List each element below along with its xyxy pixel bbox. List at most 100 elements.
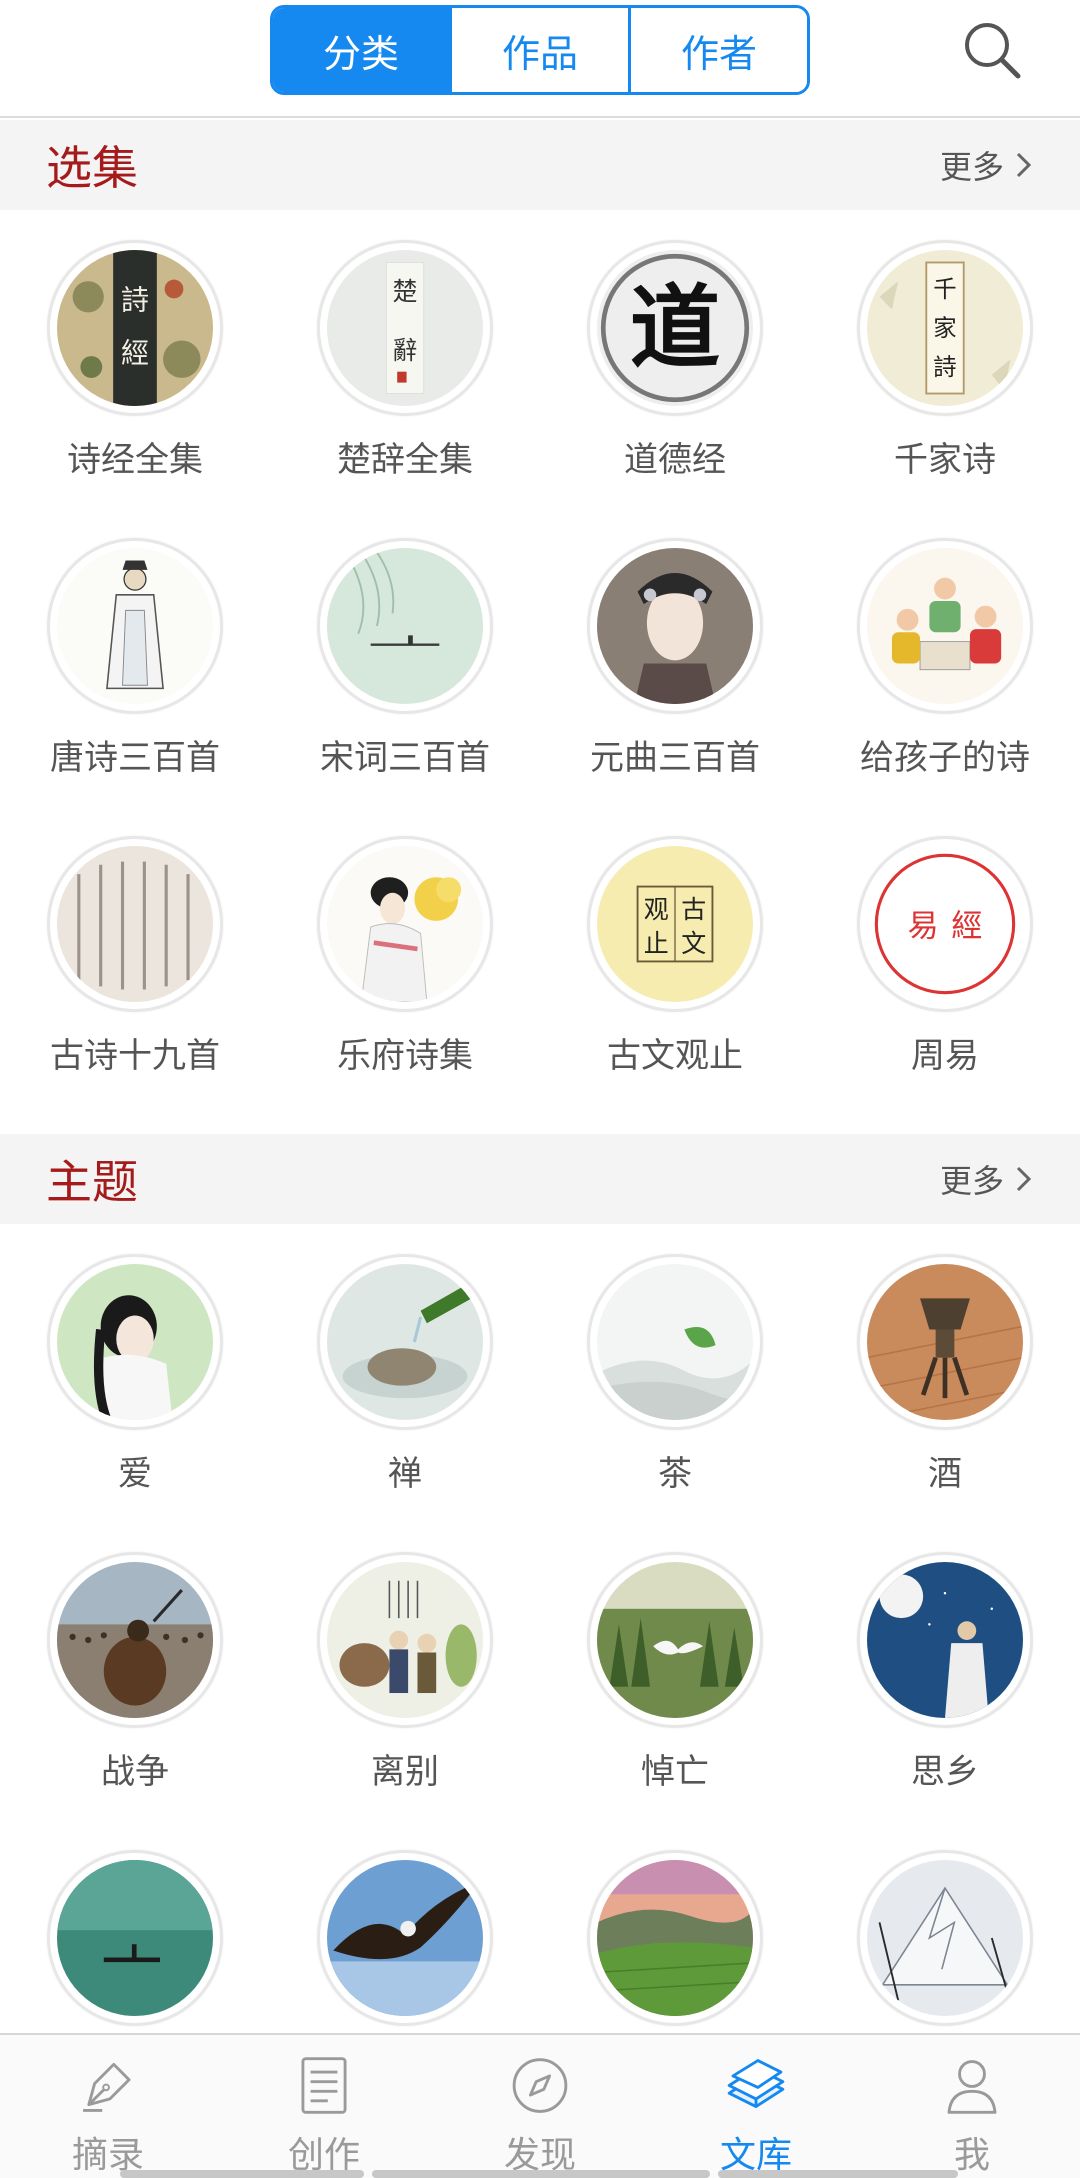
anthology-item[interactable]: 千 家 詩 千家诗 [810, 240, 1080, 538]
cover-thumbnail: 易 經 [857, 836, 1033, 1012]
cover-thumbnail [47, 836, 223, 1012]
theme-item-label: 战争 [101, 1752, 169, 1792]
books-icon [727, 2059, 785, 2109]
cover-thumbnail [47, 538, 223, 714]
category-segmented-control: 分类 作品 作者 [270, 5, 810, 95]
anthology-item[interactable]: 道 道德经 [540, 240, 810, 538]
qianjia-cover-char-2: 家 [933, 314, 956, 342]
theme-item[interactable]: 酒 [810, 1254, 1080, 1552]
cover-thumbnail: 道 [587, 240, 763, 416]
segment-category[interactable]: 分类 [273, 8, 449, 92]
theme-thumbnail [587, 1254, 763, 1430]
document-icon [301, 2057, 347, 2114]
themes-more-button[interactable]: 更多 [940, 1156, 1034, 1202]
theme-thumbnail [317, 1850, 493, 2026]
tab-me[interactable]: 我 [864, 2035, 1080, 2178]
theme-item[interactable]: 禅 [270, 1254, 540, 1552]
segment-authors[interactable]: 作者 [628, 8, 807, 92]
anthology-item-label: 楚辞全集 [337, 440, 473, 480]
tab-excerpts[interactable]: 摘录 [0, 2035, 216, 2178]
chevron-right-icon [1016, 152, 1032, 178]
tab-library[interactable]: 文库 [648, 2035, 864, 2178]
theme-thumbnail [47, 1850, 223, 2026]
theme-item[interactable]: 思乡 [810, 1552, 1080, 1850]
themes-grid: 爱 禅 茶 酒 战争 离别 悼亡 思乡 [0, 1224, 1080, 2033]
theme-item[interactable]: 悼亡 [540, 1552, 810, 1850]
anthology-item[interactable]: 楚 辭 楚辞全集 [270, 240, 540, 538]
theme-item[interactable]: 茶 [540, 1254, 810, 1552]
anthology-section-header: 选集 更多 [0, 120, 1080, 210]
anthology-item[interactable]: 观 止 古 文 古文观止 [540, 836, 810, 1134]
shijing-cover-char-2: 經 [121, 336, 149, 369]
segment-works[interactable]: 作品 [449, 8, 628, 92]
chuci-cover-char-1: 楚 [393, 277, 418, 306]
anthology-item[interactable]: 古诗十九首 [0, 836, 270, 1134]
search-button[interactable] [958, 16, 1028, 86]
theme-item[interactable]: 离别 [270, 1552, 540, 1850]
qianjia-cover-char-3: 詩 [933, 353, 956, 381]
cover-thumbnail [317, 538, 493, 714]
theme-item-label: 酒 [928, 1454, 962, 1494]
theme-item-label: 禅 [388, 1454, 422, 1494]
zhouyi-cover-char-2: 經 [951, 908, 982, 944]
theme-item-label: 茶 [658, 1454, 692, 1494]
anthology-more-button[interactable]: 更多 [940, 142, 1034, 188]
person-icon [947, 2060, 997, 2114]
home-indicator-segment [120, 2170, 364, 2178]
cover-thumbnail [857, 538, 1033, 714]
search-icon [965, 23, 1021, 79]
cover-thumbnail [317, 836, 493, 1012]
cover-thumbnail: 千 家 詩 [857, 240, 1033, 416]
anthology-item[interactable]: 唐诗三百首 [0, 538, 270, 836]
theme-item[interactable]: 孤独 [0, 1850, 270, 2033]
pen-nib-icon [83, 2062, 131, 2112]
bottom-tab-bar: 摘录 创作 发现 文库 我 [0, 2033, 1080, 2178]
theme-item[interactable]: 战争 [0, 1552, 270, 1850]
theme-item[interactable]: 边塞 [810, 1850, 1080, 2033]
home-indicator-segment [718, 2170, 958, 2178]
anthology-item-label: 周易 [911, 1036, 979, 1076]
compass-icon [512, 2058, 568, 2113]
cover-thumbnail [587, 538, 763, 714]
theme-item[interactable]: 田园 [540, 1850, 810, 2033]
theme-item-label: 爱 [118, 1454, 152, 1494]
qianjia-cover-char-1: 千 [933, 275, 956, 303]
anthology-item[interactable]: 元曲三百首 [540, 538, 810, 836]
theme-thumbnail [317, 1552, 493, 1728]
guwen-cover-char-3: 古 [681, 895, 706, 924]
theme-item[interactable]: 壮志 [270, 1850, 540, 2033]
anthology-item[interactable]: 易 經 周易 [810, 836, 1080, 1134]
themes-section-header: 主题 更多 [0, 1134, 1080, 1224]
theme-thumbnail [317, 1254, 493, 1430]
dao-cover-char: 道 [630, 275, 720, 381]
anthology-item[interactable]: 宋词三百首 [270, 538, 540, 836]
tab-label: 我 [953, 2135, 990, 2176]
anthology-item[interactable]: 詩 經 诗经全集 [0, 240, 270, 538]
anthology-item[interactable]: 乐府诗集 [270, 836, 540, 1134]
shijing-cover-char-1: 詩 [121, 283, 149, 316]
tab-create[interactable]: 创作 [216, 2035, 432, 2178]
guwen-cover-char-4: 文 [681, 929, 706, 958]
theme-item-label: 思乡 [911, 1752, 979, 1792]
anthology-item[interactable]: 给孩子的诗 [810, 538, 1080, 836]
tab-discover[interactable]: 发现 [432, 2035, 648, 2178]
cover-thumbnail: 詩 經 [47, 240, 223, 416]
theme-thumbnail [587, 1552, 763, 1728]
theme-item[interactable]: 爱 [0, 1254, 270, 1552]
anthology-item-label: 宋词三百首 [320, 738, 490, 778]
top-bar: 分类 作品 作者 [0, 0, 1080, 118]
anthology-item-label: 元曲三百首 [590, 738, 760, 778]
theme-thumbnail [587, 1850, 763, 2026]
zhouyi-cover-char-1: 易 [908, 908, 939, 944]
theme-item-label: 离别 [371, 1752, 439, 1792]
anthology-item-label: 千家诗 [894, 440, 996, 480]
anthology-item-label: 给孩子的诗 [860, 738, 1030, 778]
anthology-grid: 詩 經 诗经全集 楚 辭 楚辞全集 道 道德经 千 家 詩 千家诗 唐诗三百首 … [0, 210, 1080, 1134]
section-title: 选集 [46, 141, 138, 195]
chevron-right-icon [1016, 1166, 1032, 1192]
cover-thumbnail: 观 止 古 文 [587, 836, 763, 1012]
guwen-cover-char-2: 止 [644, 929, 669, 958]
more-label: 更多 [939, 1162, 1004, 1200]
library-content[interactable]: 选集 更多 詩 經 诗经全集 楚 辭 楚辞全集 道 道德经 千 家 詩 千家诗 … [0, 120, 1080, 2033]
section-title: 主题 [46, 1155, 138, 1209]
